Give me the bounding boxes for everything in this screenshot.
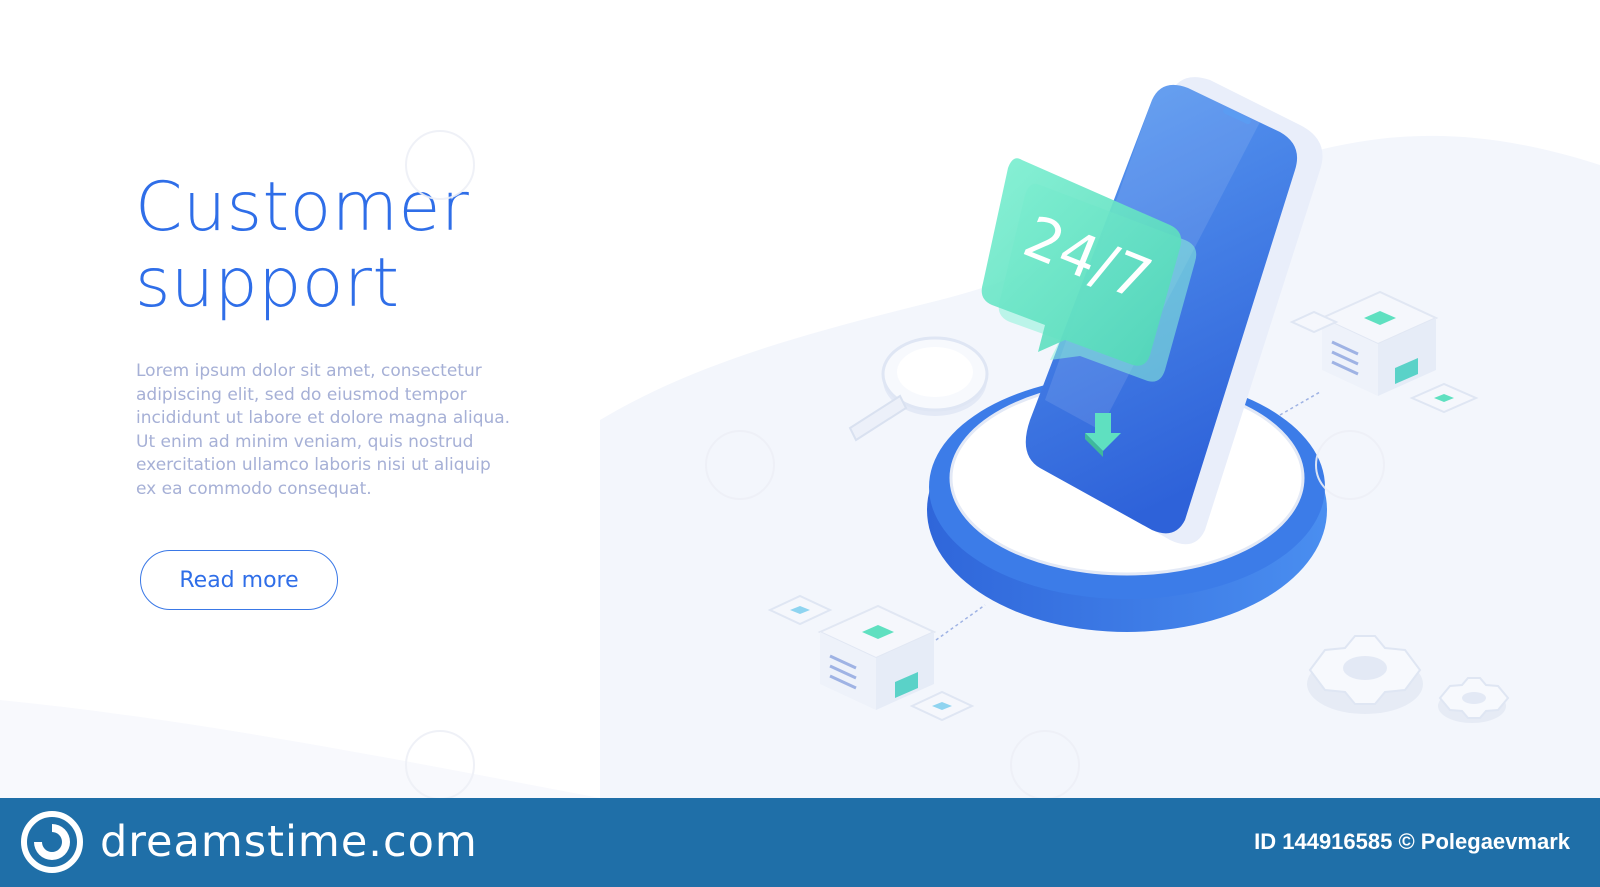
footer-bar: dreamstime.com ID 144916585 © Polegaevma… — [0, 798, 1600, 887]
gear-icon — [1438, 677, 1510, 723]
server-block-icon — [1279, 290, 1479, 416]
footer-brand[interactable]: dreamstime.com — [100, 810, 478, 874]
server-block-icon — [767, 594, 986, 722]
hero-banner: Customer support Lorem ipsum dolor sit a… — [0, 0, 1600, 798]
support-illustration: 24/7 — [405, 77, 1510, 798]
gear-icon — [1307, 635, 1423, 714]
dreamstime-logo-icon — [21, 811, 83, 873]
footer-image-id: ID 144916585 © Polegaevmark — [1254, 829, 1570, 854]
